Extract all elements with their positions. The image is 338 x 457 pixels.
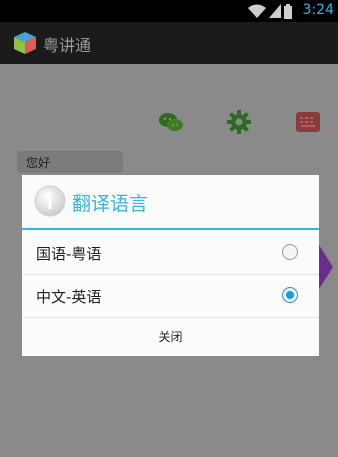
cube-icon[interactable] — [13, 31, 37, 55]
battery-icon — [284, 3, 292, 19]
dialog-header: 翻译语言 — [22, 175, 319, 228]
dialog-title-divider — [22, 228, 319, 230]
dialog-title: 翻译语言 — [72, 193, 149, 215]
wifi-icon — [248, 4, 266, 18]
clock: 3:24 — [302, 2, 334, 18]
chat-bubble: 您好 — [17, 151, 123, 173]
option-mandarin-cantonese[interactable]: 国语-粤语 — [22, 232, 319, 275]
close-button[interactable]: 关闭 — [22, 318, 319, 356]
info-icon — [34, 185, 66, 217]
option-label: 中文-英语 — [36, 288, 102, 306]
send-arrow[interactable] — [319, 245, 333, 289]
wechat-icon[interactable] — [158, 109, 184, 135]
radio-button-checked[interactable] — [282, 287, 298, 303]
chat-bubble-text: 您好 — [26, 156, 51, 170]
app-title: 粤讲通 — [43, 36, 92, 55]
option-label: 国语-粤语 — [36, 245, 102, 263]
status-bar: 3:24 — [0, 0, 338, 22]
status-icons — [248, 3, 292, 19]
translate-language-dialog: 翻译语言 国语-粤语 中文-英语 关闭 — [22, 175, 319, 356]
signal-icon — [269, 4, 281, 18]
action-bar: 粤讲通 — [0, 22, 338, 64]
radio-button-unchecked[interactable] — [282, 244, 298, 260]
keyboard-icon[interactable] — [295, 109, 321, 135]
option-chinese-english[interactable]: 中文-英语 — [22, 275, 319, 318]
gear-icon[interactable] — [226, 109, 252, 135]
